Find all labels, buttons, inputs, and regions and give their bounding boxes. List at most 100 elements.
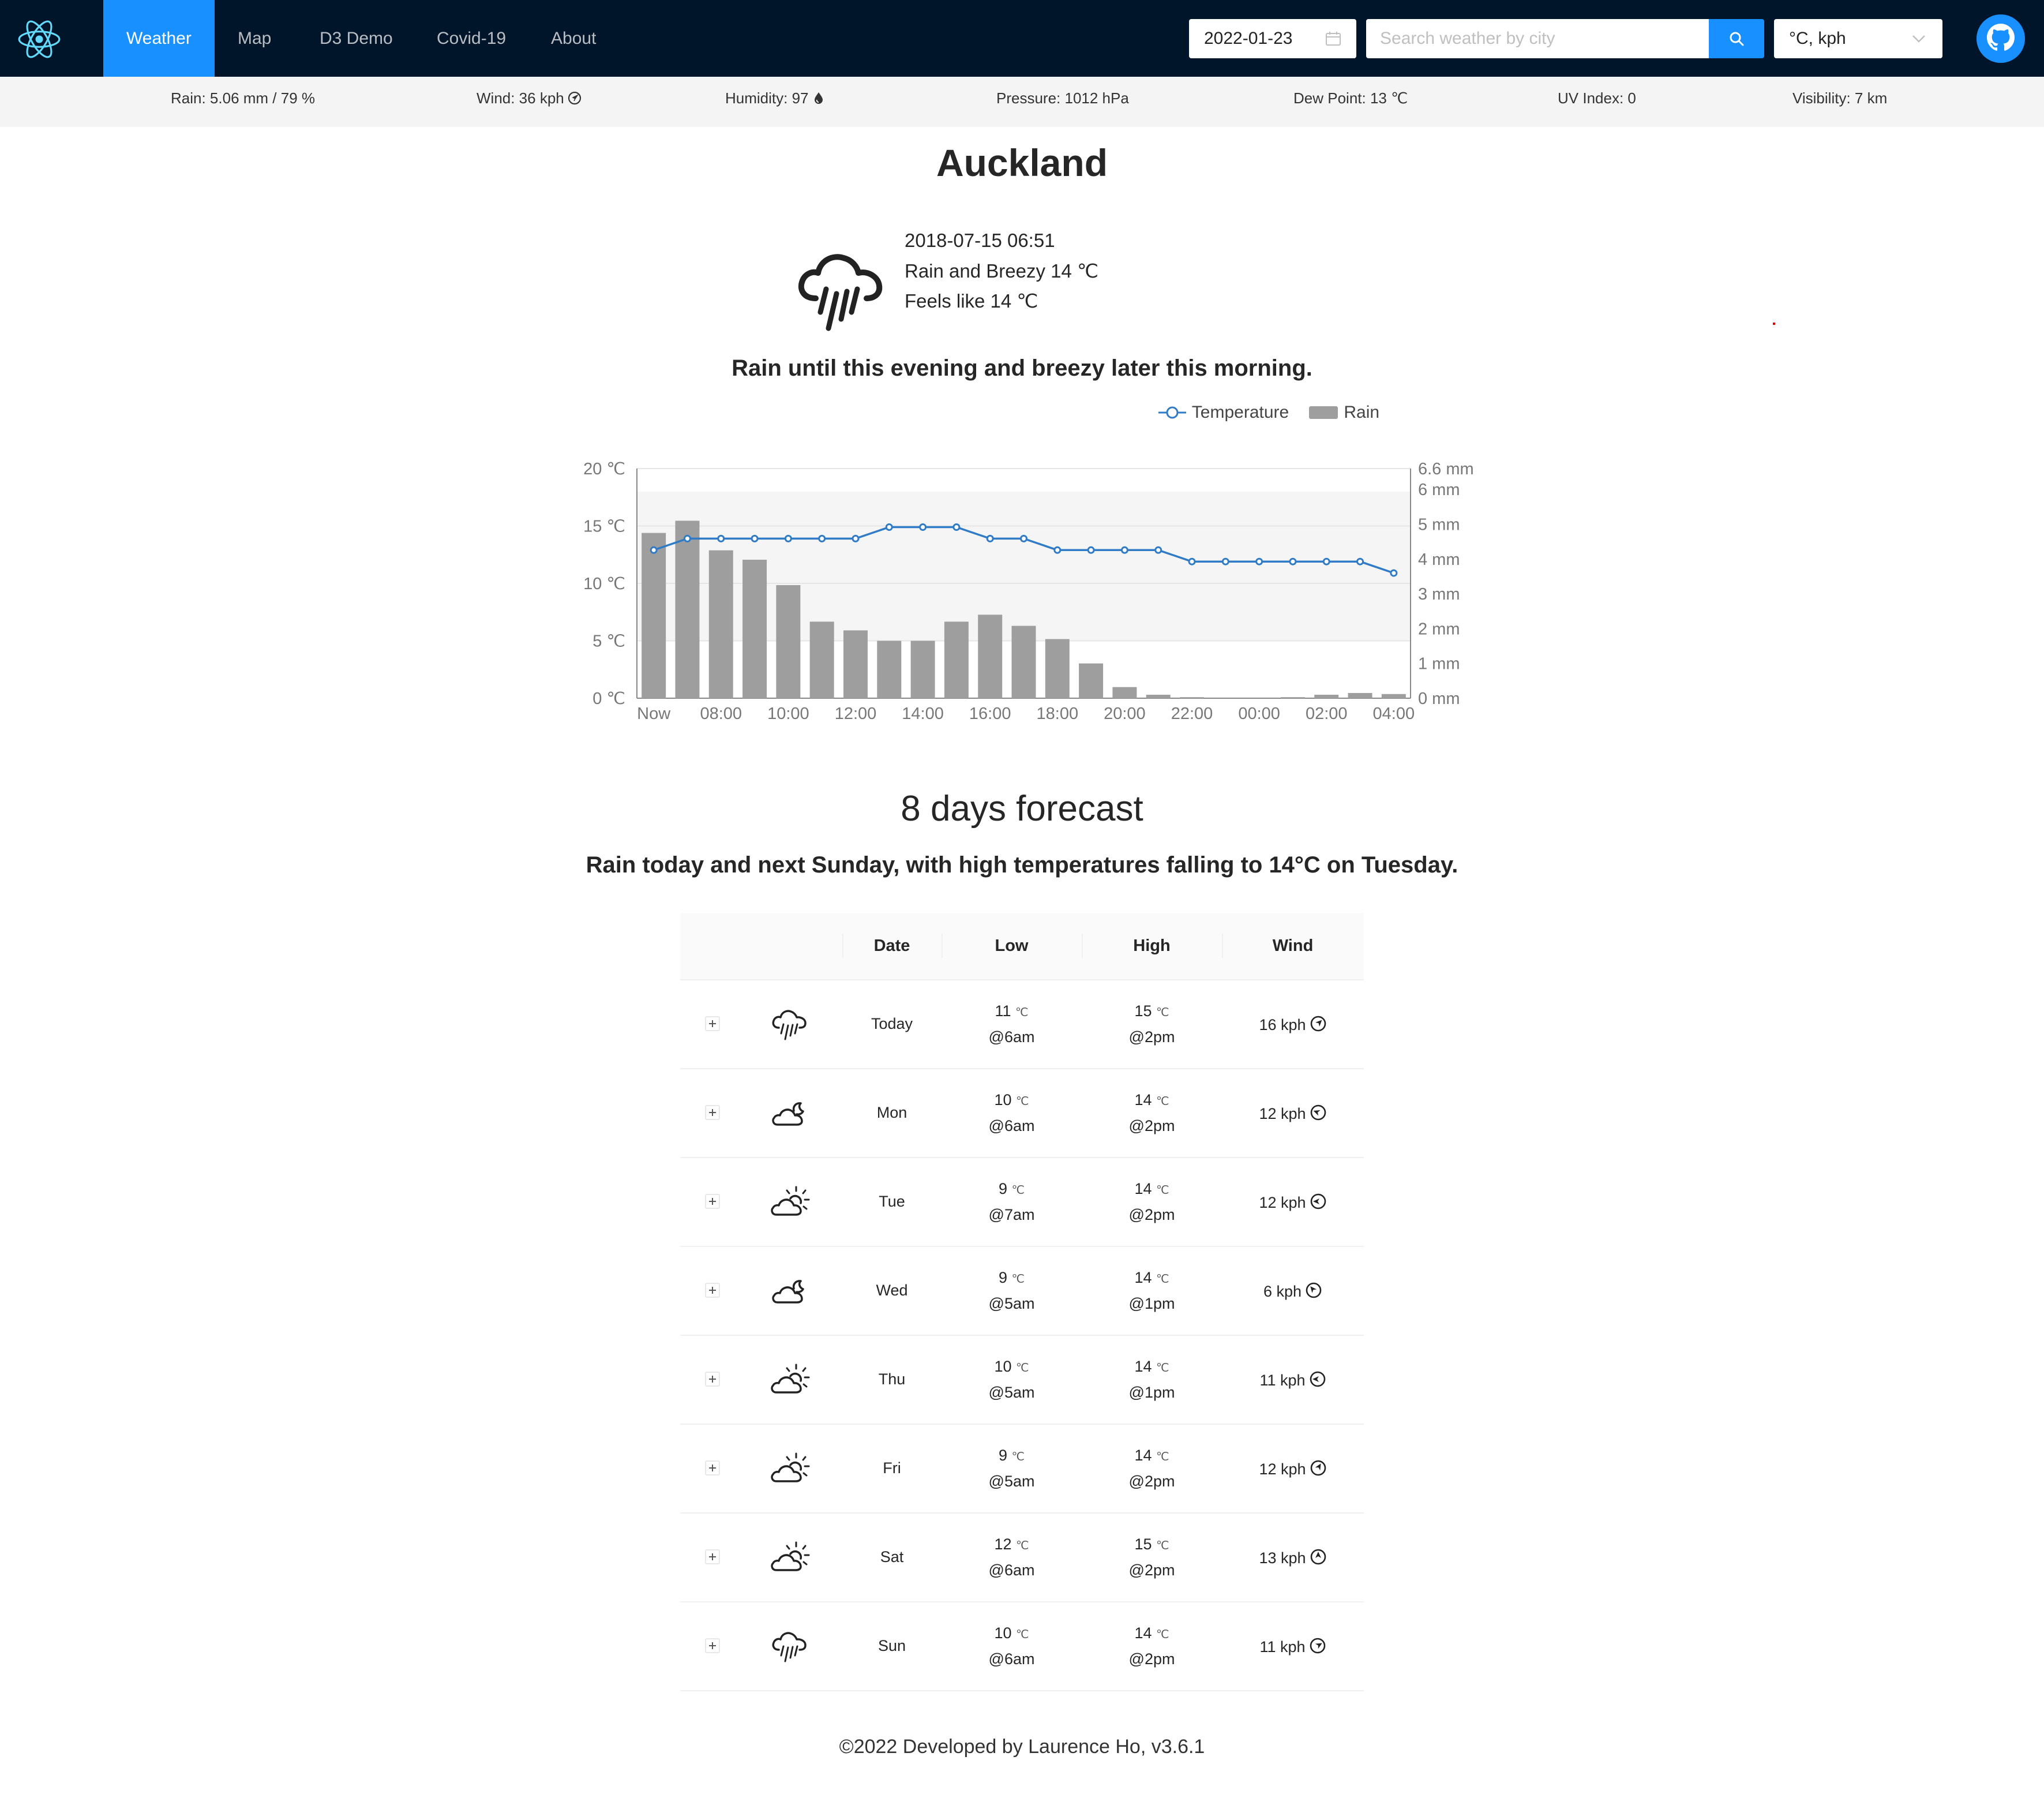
react-logo-icon[interactable] bbox=[17, 17, 61, 61]
nav-item-covid-19[interactable]: Covid-19 bbox=[414, 0, 529, 77]
nav-item-about[interactable]: About bbox=[528, 0, 619, 77]
header-low[interactable]: Low bbox=[942, 913, 1082, 979]
forecast-low-time: @7am bbox=[988, 1206, 1035, 1223]
expand-row-button[interactable] bbox=[705, 1372, 720, 1387]
forecast-high-time: @2pm bbox=[1128, 1473, 1175, 1490]
stat-dew-point: Dew Point: 13 ℃ bbox=[1293, 89, 1408, 107]
expand-row-button[interactable] bbox=[705, 1105, 720, 1120]
rain-bar bbox=[776, 585, 801, 698]
forecast-day: Fri bbox=[883, 1459, 901, 1477]
temperature-point bbox=[885, 523, 893, 531]
temperature-point bbox=[1390, 569, 1398, 577]
rain-bar bbox=[1381, 694, 1406, 698]
forecast-low-temp: 9 bbox=[998, 1447, 1008, 1464]
x-tick-label: 16:00 bbox=[969, 705, 1011, 723]
humidity-drop-icon bbox=[814, 92, 823, 104]
expand-row-button[interactable] bbox=[705, 1194, 720, 1209]
forecast-low: 10 ℃ @6am bbox=[942, 1621, 1082, 1671]
temperature-point bbox=[784, 534, 792, 542]
forecast-high-temp: 14 bbox=[1134, 1269, 1152, 1286]
partly-cloudy-day-icon bbox=[771, 1186, 810, 1216]
temp-unit: ℃ bbox=[1156, 1006, 1169, 1019]
rain-bar bbox=[1348, 692, 1372, 698]
wind-direction-icon bbox=[568, 91, 581, 105]
forecast-row: Fri 9 ℃ @5am 14 ℃ @2pm 12 kph bbox=[680, 1425, 1364, 1514]
date-picker[interactable]: 2022-01-23 bbox=[1189, 19, 1356, 58]
forecast-low-temp: 11 bbox=[995, 1002, 1011, 1020]
forecast-high: 15 ℃ @2pm bbox=[1082, 999, 1222, 1049]
forecast-wind-speed: 13 kph bbox=[1259, 1549, 1306, 1567]
expand-row-button[interactable] bbox=[705, 1638, 720, 1653]
nav-item-d3-demo[interactable]: D3 Demo bbox=[297, 0, 416, 77]
search-button[interactable] bbox=[1709, 19, 1764, 58]
rain-bar bbox=[910, 641, 935, 698]
stat-uv-index: UV Index: 0 bbox=[1558, 89, 1636, 107]
stat-pressure: Pressure: 1012 hPa bbox=[996, 89, 1129, 107]
nav-item-weather[interactable]: Weather bbox=[103, 0, 215, 77]
forecast-row: Thu 10 ℃ @5am 14 ℃ @1pm 11 kph bbox=[680, 1336, 1364, 1425]
stray-dot bbox=[1773, 323, 1775, 325]
forecast-low: 10 ℃ @6am bbox=[942, 1088, 1082, 1138]
github-link[interactable] bbox=[1977, 14, 2025, 63]
header-wind[interactable]: Wind bbox=[1222, 913, 1364, 979]
forecast-low-temp: 10 bbox=[994, 1624, 1012, 1642]
forecast-low-time: @5am bbox=[988, 1473, 1035, 1490]
current-datetime: 2018-07-15 06:51 bbox=[905, 230, 1055, 251]
forecast-high: 14 ℃ @2pm bbox=[1082, 1621, 1222, 1671]
header-high[interactable]: High bbox=[1082, 913, 1222, 979]
forecast-summary: Rain today and next Sunday, with high te… bbox=[586, 852, 1458, 878]
rain-bar bbox=[809, 621, 834, 698]
y-right-tick-label: 3 mm bbox=[1418, 585, 1460, 604]
y-right-tick-label: 2 mm bbox=[1418, 620, 1460, 638]
rain-bar bbox=[742, 559, 767, 698]
forecast-wind-speed: 12 kph bbox=[1259, 1194, 1306, 1211]
expand-row-button[interactable] bbox=[705, 1549, 720, 1564]
y-left-tick-label: 5 ℃ bbox=[592, 632, 625, 651]
forecast-low: 9 ℃ @7am bbox=[942, 1177, 1082, 1227]
forecast-low-time: @6am bbox=[988, 1650, 1035, 1668]
nav-item-map[interactable]: Map bbox=[215, 0, 294, 77]
temperature-point bbox=[1221, 557, 1229, 565]
temperature-point bbox=[1154, 546, 1162, 554]
temp-unit: ℃ bbox=[1015, 1006, 1029, 1019]
units-select[interactable]: °C, kph bbox=[1774, 19, 1942, 58]
wind-direction-icon bbox=[1310, 1104, 1326, 1121]
rain-bar bbox=[944, 621, 969, 698]
expand-row-button[interactable] bbox=[705, 1460, 720, 1475]
y-left-tick-label: 20 ℃ bbox=[583, 460, 625, 478]
rain-icon bbox=[772, 1632, 807, 1662]
temperature-point bbox=[650, 546, 658, 554]
header-date[interactable]: Date bbox=[842, 913, 942, 979]
expand-row-button[interactable] bbox=[705, 1283, 720, 1298]
rain-icon bbox=[798, 254, 883, 331]
stat-rain: Rain: 5.06 mm / 79 % bbox=[171, 89, 315, 107]
expand-row-button[interactable] bbox=[705, 1016, 720, 1031]
temp-unit: ℃ bbox=[1156, 1273, 1169, 1286]
forecast-low: 9 ℃ @5am bbox=[942, 1443, 1082, 1493]
rain-bar bbox=[1146, 694, 1171, 698]
cloudy-night-icon bbox=[772, 1102, 804, 1126]
hourly-forecast-chart: Temperature Rain 0 ℃ 5 ℃ 10 ℃ 15 ℃ 20 ℃ 0 mm 1… bbox=[565, 387, 1500, 744]
forecast-high-time: @2pm bbox=[1128, 1028, 1175, 1046]
rain-bar bbox=[642, 533, 666, 698]
rain-bar bbox=[1180, 697, 1205, 698]
temp-unit: ℃ bbox=[1156, 1628, 1169, 1641]
forecast-wind-speed: 6 kph bbox=[1263, 1283, 1302, 1300]
wind-direction-icon bbox=[1310, 1193, 1326, 1209]
rain-bar bbox=[1280, 697, 1305, 698]
forecast-low-time: @6am bbox=[988, 1117, 1035, 1134]
forecast-low-temp: 9 bbox=[998, 1180, 1008, 1197]
partly-cloudy-day-icon bbox=[771, 1364, 810, 1394]
city-name: Auckland bbox=[936, 141, 1108, 184]
temp-unit: ℃ bbox=[1016, 1540, 1029, 1552]
temp-unit: ℃ bbox=[1156, 1540, 1169, 1552]
y-right-tick-label: 6 mm bbox=[1418, 481, 1460, 499]
forecast-day: Mon bbox=[876, 1104, 907, 1121]
forecast-high: 14 ℃ @1pm bbox=[1082, 1354, 1222, 1405]
city-search-input[interactable] bbox=[1366, 19, 1709, 58]
temp-unit: ℃ bbox=[1156, 1095, 1169, 1108]
y-left-tick-label: 0 ℃ bbox=[592, 690, 625, 708]
temp-unit: ℃ bbox=[1156, 1184, 1169, 1197]
chevron-down-icon bbox=[1912, 35, 1925, 43]
temperature-point bbox=[1322, 557, 1330, 565]
